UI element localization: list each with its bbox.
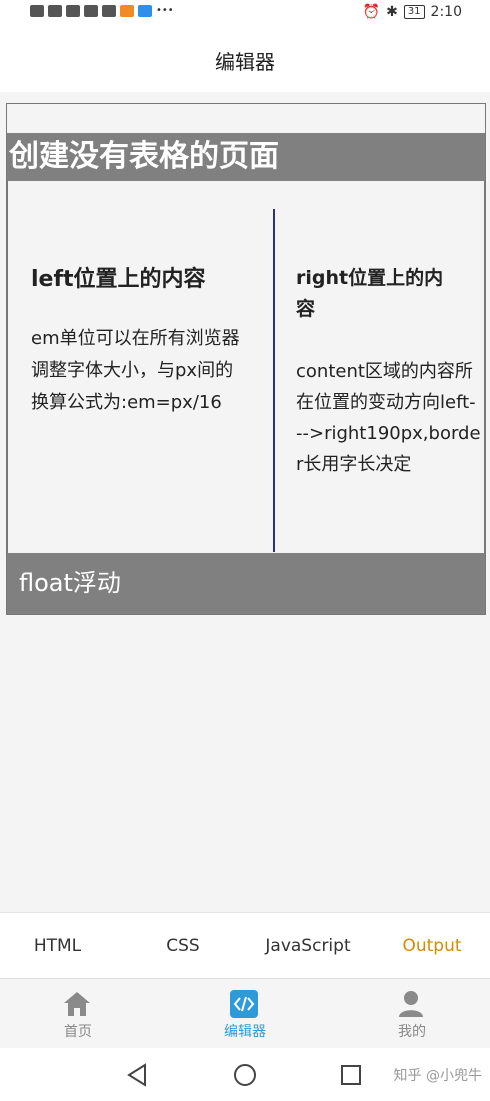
tab-css[interactable]: CSS	[124, 913, 242, 979]
nav-label-profile: 我的	[398, 1024, 426, 1040]
right-text: content区域的内容所在位置的变动方向left--->right190px,…	[296, 361, 481, 475]
recent-apps-icon[interactable]	[338, 1062, 364, 1088]
nav-item-home[interactable]: 首页	[18, 979, 138, 1049]
right-heading: right位置上的内容	[296, 267, 444, 320]
code-icon	[230, 990, 258, 1018]
battery-indicator: 31	[403, 5, 425, 19]
user-icon	[399, 991, 423, 1017]
left-text: em单位可以在所有浏览器调整字体大小，与px间的换算公式为:em=px/16	[31, 328, 240, 413]
nav-item-editor[interactable]: 编辑器	[185, 979, 305, 1049]
preview-footer: float浮动	[7, 553, 485, 614]
code-tabs: HTML CSS JavaScript Output	[0, 912, 490, 978]
tab-output[interactable]: Output	[374, 913, 490, 979]
message-icon	[84, 5, 98, 17]
nav-item-profile[interactable]: 我的	[352, 979, 472, 1049]
nav-label-editor: 编辑器	[224, 1024, 266, 1040]
hd-icon	[30, 5, 44, 17]
tab-javascript[interactable]: JavaScript	[246, 913, 370, 979]
preview-heading: 创建没有表格的页面	[7, 133, 485, 181]
preview-content: left位置上的内容 em单位可以在所有浏览器调整字体大小，与px间的换算公式为…	[7, 181, 485, 553]
home-circle-icon[interactable]	[232, 1062, 258, 1088]
status-icons: •••	[30, 4, 174, 18]
left-heading: left位置上的内容	[31, 267, 206, 292]
bluetooth-icon: ✱	[386, 4, 398, 20]
alarm-icon: ⏰	[362, 4, 381, 20]
home-icon	[64, 992, 90, 1016]
column-divider	[273, 209, 275, 552]
status-bar: ••• ⏰ ✱ 31 2:10	[0, 0, 490, 26]
output-preview: 创建没有表格的页面 left位置上的内容 em单位可以在所有浏览器调整字体大小，…	[6, 103, 486, 615]
app-header: 编辑器	[0, 26, 490, 92]
nav-label-home: 首页	[64, 1024, 92, 1040]
signal-icon	[48, 5, 62, 17]
translate-icon	[102, 5, 116, 17]
watermark: 知乎 @小兜牛	[393, 1068, 482, 1084]
page-title: 编辑器	[215, 50, 275, 74]
status-right: ⏰ ✱ 31 2:10	[363, 4, 462, 20]
wifi-icon	[66, 5, 80, 17]
video-icon	[120, 5, 134, 17]
more-icon: •••	[156, 5, 174, 16]
clock-time: 2:10	[430, 4, 462, 20]
browser-icon	[138, 5, 152, 17]
tab-html[interactable]: HTML	[0, 913, 115, 979]
system-nav: 知乎 @小兜牛	[0, 1048, 490, 1101]
back-icon[interactable]	[125, 1062, 151, 1088]
bottom-nav: 首页 编辑器 我的	[0, 978, 490, 1048]
